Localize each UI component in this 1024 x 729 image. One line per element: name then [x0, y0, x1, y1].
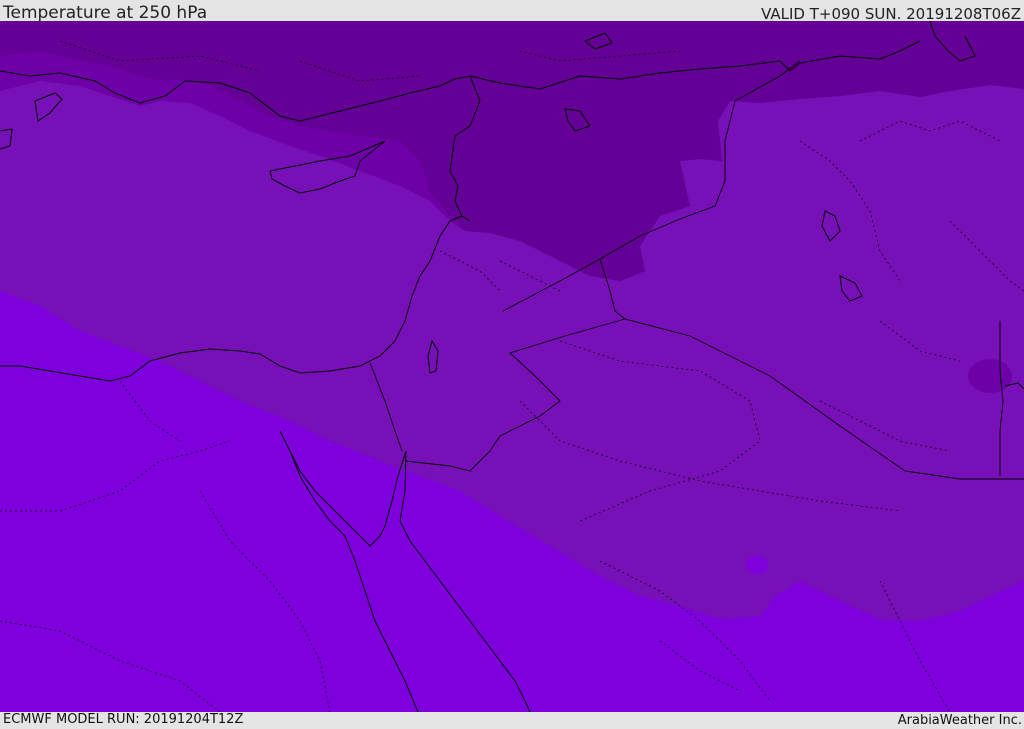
credit-label: ArabiaWeather Inc.	[897, 713, 1022, 728]
map-title: Temperature at 250 hPa	[3, 3, 208, 23]
temperature-map	[0, 21, 1024, 712]
footer-bar: ECMWF MODEL RUN: 20191204T12Z ArabiaWeat…	[0, 712, 1024, 729]
warm-blob-south	[746, 556, 768, 574]
model-run: ECMWF MODEL RUN: 20191204T12Z	[3, 712, 244, 727]
title-bar: Temperature at 250 hPa VALID T+090 SUN. …	[0, 0, 1024, 23]
cold-blob-east	[968, 359, 1012, 393]
